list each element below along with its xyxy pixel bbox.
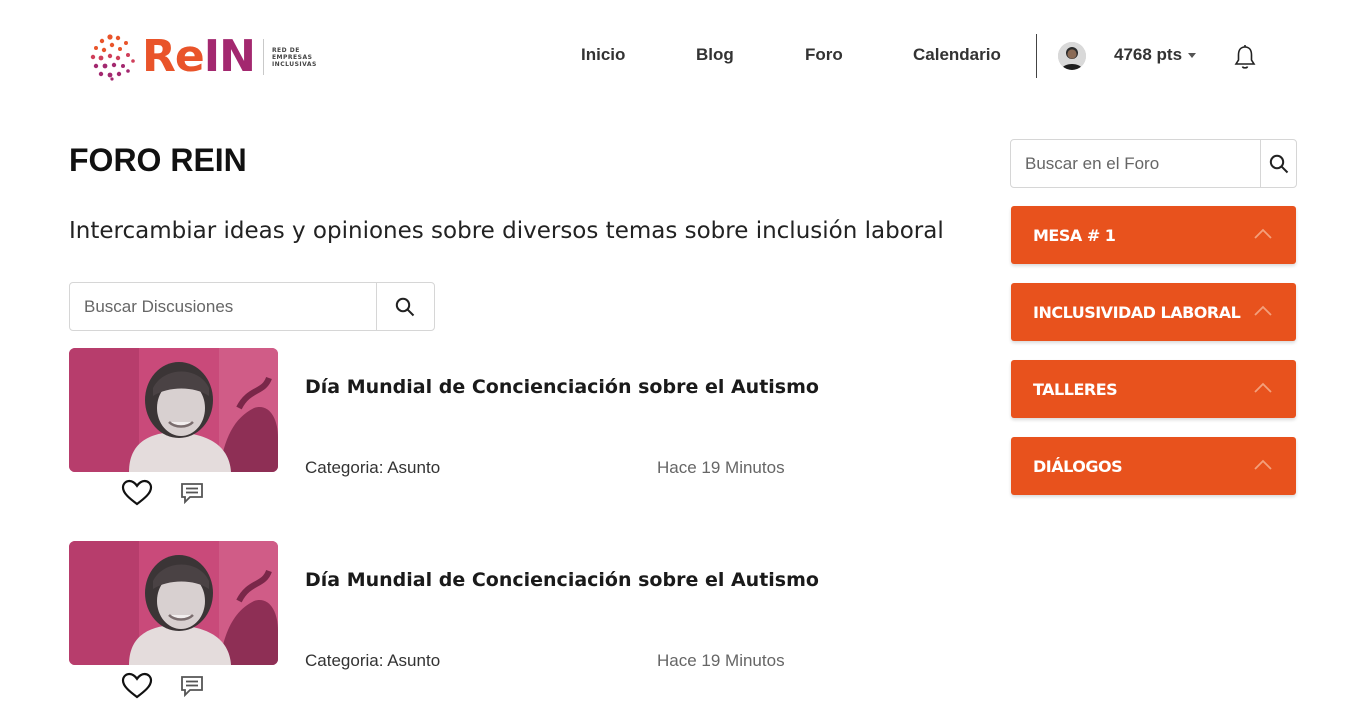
heart-icon[interactable] bbox=[121, 672, 153, 700]
chevron-up-icon bbox=[1254, 228, 1272, 239]
page-subtitle: Intercambiar ideas y opiniones sobre div… bbox=[69, 218, 944, 244]
comment-icon[interactable] bbox=[180, 482, 204, 504]
logo-wordmark: ReIN bbox=[142, 31, 256, 82]
post-thumbnail-image bbox=[69, 541, 278, 665]
accordion-label: DIÁLOGOS bbox=[1033, 457, 1123, 476]
post-time: Hace 19 Minutos bbox=[657, 458, 785, 477]
top-navbar: ReIN RED DE EMPRESAS INCLUSIVAS Inicio B… bbox=[0, 0, 1366, 112]
nav-foro[interactable]: Foro bbox=[805, 45, 843, 65]
nav-blog[interactable]: Blog bbox=[696, 45, 734, 65]
logo-tagline-line: INCLUSIVAS bbox=[271, 60, 317, 68]
user-avatar[interactable] bbox=[1058, 42, 1086, 70]
discussion-search bbox=[69, 282, 435, 331]
logo-wordmark-in: IN bbox=[203, 31, 256, 82]
logo-tagline-line: EMPRESAS bbox=[271, 53, 313, 61]
logo-dots-icon bbox=[90, 34, 135, 81]
comment-icon[interactable] bbox=[180, 675, 204, 697]
bell-icon[interactable] bbox=[1234, 44, 1256, 70]
discussion-post: Día Mundial de Concienciación sobre el A… bbox=[69, 541, 969, 711]
post-thumbnail-image bbox=[69, 348, 278, 472]
logo-divider bbox=[262, 39, 264, 75]
forum-search bbox=[1010, 139, 1297, 188]
forum-search-button[interactable] bbox=[1260, 140, 1296, 187]
chevron-up-icon bbox=[1254, 459, 1272, 470]
accordion-talleres[interactable]: TALLERES bbox=[1011, 360, 1296, 418]
user-avatar-icon bbox=[1058, 42, 1086, 70]
search-icon bbox=[396, 297, 415, 316]
logo-tagline-line: RED DE bbox=[271, 46, 300, 54]
post-title[interactable]: Día Mundial de Concienciación sobre el A… bbox=[305, 376, 819, 398]
user-points-label: 4768 pts bbox=[1114, 45, 1183, 64]
logo-wordmark-re: Re bbox=[142, 31, 205, 82]
logo-tagline: RED DE EMPRESAS INCLUSIVAS bbox=[272, 47, 317, 68]
chevron-up-icon bbox=[1254, 382, 1272, 393]
nav-calendario[interactable]: Calendario bbox=[913, 45, 1001, 65]
user-points-dropdown[interactable]: 4768 pts bbox=[1114, 45, 1197, 65]
accordion-label: TALLERES bbox=[1033, 380, 1118, 399]
accordion-dialogos[interactable]: DIÁLOGOS bbox=[1011, 437, 1296, 495]
discussion-search-input[interactable] bbox=[70, 283, 376, 330]
post-category: Categoria: Asunto bbox=[305, 458, 441, 477]
post-title[interactable]: Día Mundial de Concienciación sobre el A… bbox=[305, 569, 819, 591]
accordion-label: MESA # 1 bbox=[1033, 226, 1116, 245]
post-category: Categoria: Asunto bbox=[305, 651, 441, 670]
heart-icon[interactable] bbox=[121, 479, 153, 507]
accordion-mesa-1[interactable]: MESA # 1 bbox=[1011, 206, 1296, 264]
post-thumbnail[interactable] bbox=[69, 348, 278, 472]
chevron-down-icon bbox=[1188, 53, 1197, 59]
discussion-search-button[interactable] bbox=[375, 283, 434, 330]
rein-logo[interactable]: ReIN RED DE EMPRESAS INCLUSIVAS bbox=[88, 33, 317, 81]
search-icon bbox=[1269, 154, 1288, 173]
chevron-up-icon bbox=[1254, 305, 1272, 316]
nav-inicio[interactable]: Inicio bbox=[581, 45, 625, 65]
accordion-inclusividad-laboral[interactable]: INCLUSIVIDAD LABORAL bbox=[1011, 283, 1296, 341]
page-title: FORO REIN bbox=[69, 142, 247, 178]
discussion-post: Día Mundial de Concienciación sobre el A… bbox=[69, 348, 969, 518]
accordion-label: INCLUSIVIDAD LABORAL bbox=[1033, 303, 1241, 322]
post-time: Hace 19 Minutos bbox=[657, 651, 785, 670]
nav-divider bbox=[1036, 34, 1037, 78]
forum-search-input[interactable] bbox=[1011, 140, 1260, 187]
post-thumbnail[interactable] bbox=[69, 541, 278, 665]
